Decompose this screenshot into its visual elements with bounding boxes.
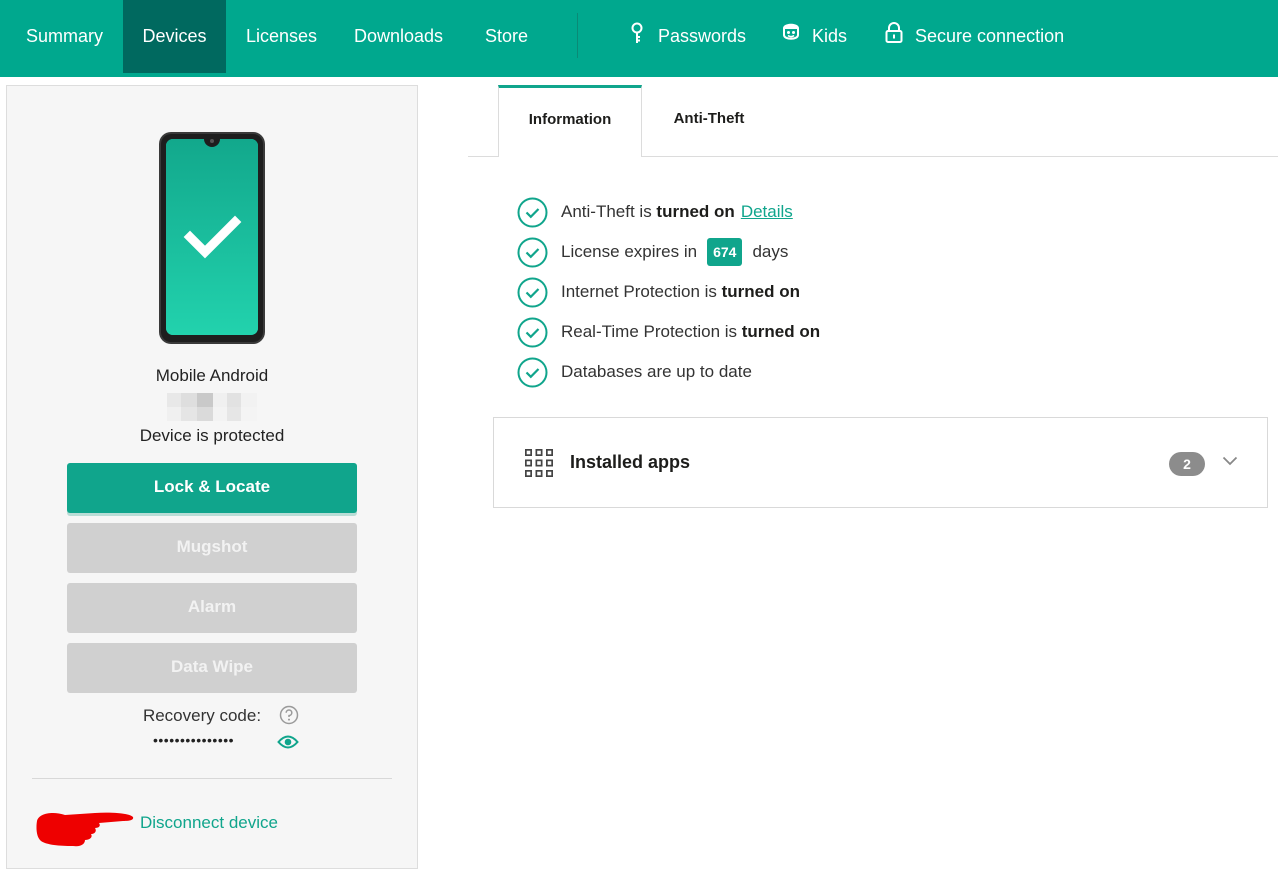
details-link[interactable]: Details — [741, 202, 793, 222]
device-panel: Mobile Android Device is protected Lock … — [6, 85, 418, 869]
nav-kids[interactable]: Kids — [812, 0, 847, 73]
check-circle-icon — [517, 357, 548, 387]
nav-downloads[interactable]: Downloads — [354, 0, 443, 73]
help-icon[interactable] — [279, 705, 299, 725]
license-days-badge: 674 — [707, 238, 743, 266]
nav-secure-connection[interactable]: Secure connection — [915, 0, 1064, 73]
top-navigation: Summary Devices Licenses Downloads Store… — [0, 0, 1278, 73]
nav-summary[interactable]: Summary — [26, 0, 103, 73]
disconnect-device-link[interactable]: Disconnect device — [140, 813, 278, 833]
status-databases: Databases are up to date — [517, 356, 752, 388]
nav-licenses[interactable]: Licenses — [246, 0, 317, 73]
nav-devices[interactable]: Devices — [123, 0, 226, 73]
nav-shadow — [0, 73, 1278, 77]
recovery-code-value: ••••••••••••••• — [153, 732, 235, 748]
pointing-hand-icon — [36, 812, 134, 847]
status-databases-text: Databases are up to date — [561, 362, 752, 381]
key-icon — [631, 22, 643, 43]
installed-apps-count-badge: 2 — [1169, 452, 1205, 476]
redaction-pixels — [167, 393, 257, 421]
device-name: Mobile Android — [155, 366, 269, 385]
check-circle-icon — [517, 197, 548, 227]
data-wipe-button[interactable]: Data Wipe — [67, 643, 357, 693]
status-license-suffix: days — [752, 242, 789, 261]
installed-apps-card[interactable]: Installed apps 2 — [493, 417, 1268, 508]
check-circle-icon — [517, 277, 548, 307]
check-circle-icon — [517, 237, 548, 267]
status-license: License expires in 674 days — [517, 236, 788, 268]
phone-protected-icon — [159, 132, 265, 344]
kids-icon — [783, 23, 799, 40]
status-realtime-text: Real-Time Protection is — [561, 322, 742, 341]
alarm-button[interactable]: Alarm — [67, 583, 357, 633]
status-internet-text: Internet Protection is — [561, 282, 722, 301]
redacted-identifier — [167, 393, 267, 421]
nav-passwords[interactable]: Passwords — [658, 0, 746, 73]
chevron-down-icon[interactable] — [1222, 456, 1238, 466]
installed-apps-title: Installed apps — [570, 452, 691, 472]
check-circle-icon — [517, 317, 548, 347]
nav-store[interactable]: Store — [485, 0, 528, 73]
status-anti-theft-state: turned on — [656, 202, 735, 221]
status-internet-state: turned on — [721, 282, 801, 301]
device-status: Device is protected — [139, 426, 285, 445]
mugshot-button[interactable]: Mugshot — [67, 523, 357, 573]
tab-information[interactable]: Information — [498, 85, 642, 157]
status-realtime-protection: Real-Time Protection is turned on — [517, 316, 820, 348]
lock-locate-button[interactable]: Lock & Locate — [67, 463, 357, 513]
nav-separator — [577, 13, 578, 58]
status-internet-protection: Internet Protection is turned on — [517, 276, 800, 308]
status-license-text: License expires in — [561, 242, 698, 261]
lock-icon — [885, 22, 903, 43]
status-realtime-state: turned on — [741, 322, 821, 341]
recovery-code-label: Recovery code: — [142, 706, 262, 725]
status-anti-theft: Anti-Theft is turned on Details — [517, 196, 793, 228]
apps-grid-icon — [525, 449, 553, 477]
panel-divider — [32, 778, 392, 779]
eye-icon[interactable] — [277, 734, 299, 750]
status-anti-theft-text: Anti-Theft is — [561, 202, 657, 221]
tab-anti-theft[interactable]: Anti-Theft — [642, 85, 776, 157]
